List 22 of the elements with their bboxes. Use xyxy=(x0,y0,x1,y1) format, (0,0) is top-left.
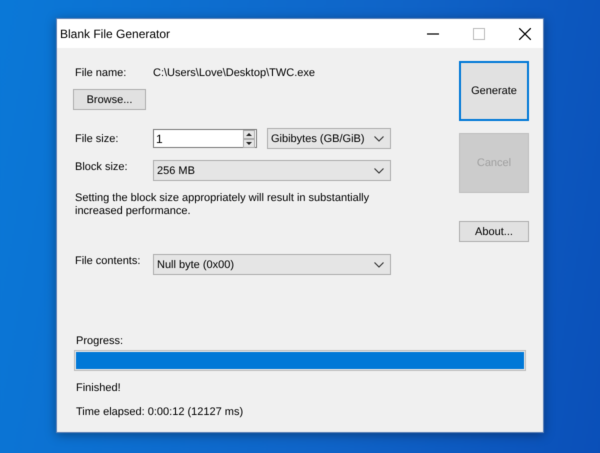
caret-icon xyxy=(374,168,384,174)
field-label: Block size: xyxy=(74,160,129,173)
number-field[interactable]: 1 xyxy=(153,129,257,148)
progress-label: Progress: xyxy=(76,335,124,347)
caret-icon xyxy=(374,262,384,268)
browse-button[interactable]: Browse... xyxy=(73,89,146,110)
dropdown[interactable]: 256 MB xyxy=(153,160,391,181)
action-button[interactable]: About... xyxy=(459,221,529,242)
action-button[interactable]: Generate xyxy=(459,61,529,121)
window-title: Blank File Generator xyxy=(60,26,170,40)
status-text: Finished! xyxy=(76,382,122,394)
field-label: File contents: xyxy=(74,254,142,267)
caret-icon xyxy=(374,136,384,142)
field-label: File size: xyxy=(74,132,120,144)
close-icon[interactable] xyxy=(519,28,531,40)
dropdown[interactable]: Null byte (0x00) xyxy=(153,254,391,275)
hint-text: Setting the block size appropriately will result in substantially increased performance. xyxy=(75,192,370,218)
elapsed-time: Time elapsed: 0:00:12 (12127 ms) xyxy=(76,406,244,418)
spinner-arrows-icon[interactable] xyxy=(243,130,255,148)
field-label: File name: xyxy=(74,67,128,79)
dropdown[interactable]: Gibibytes (GB/GiB) xyxy=(267,128,391,149)
file-path: C:\Users\Love\Desktop\TWC.exe xyxy=(153,67,315,79)
